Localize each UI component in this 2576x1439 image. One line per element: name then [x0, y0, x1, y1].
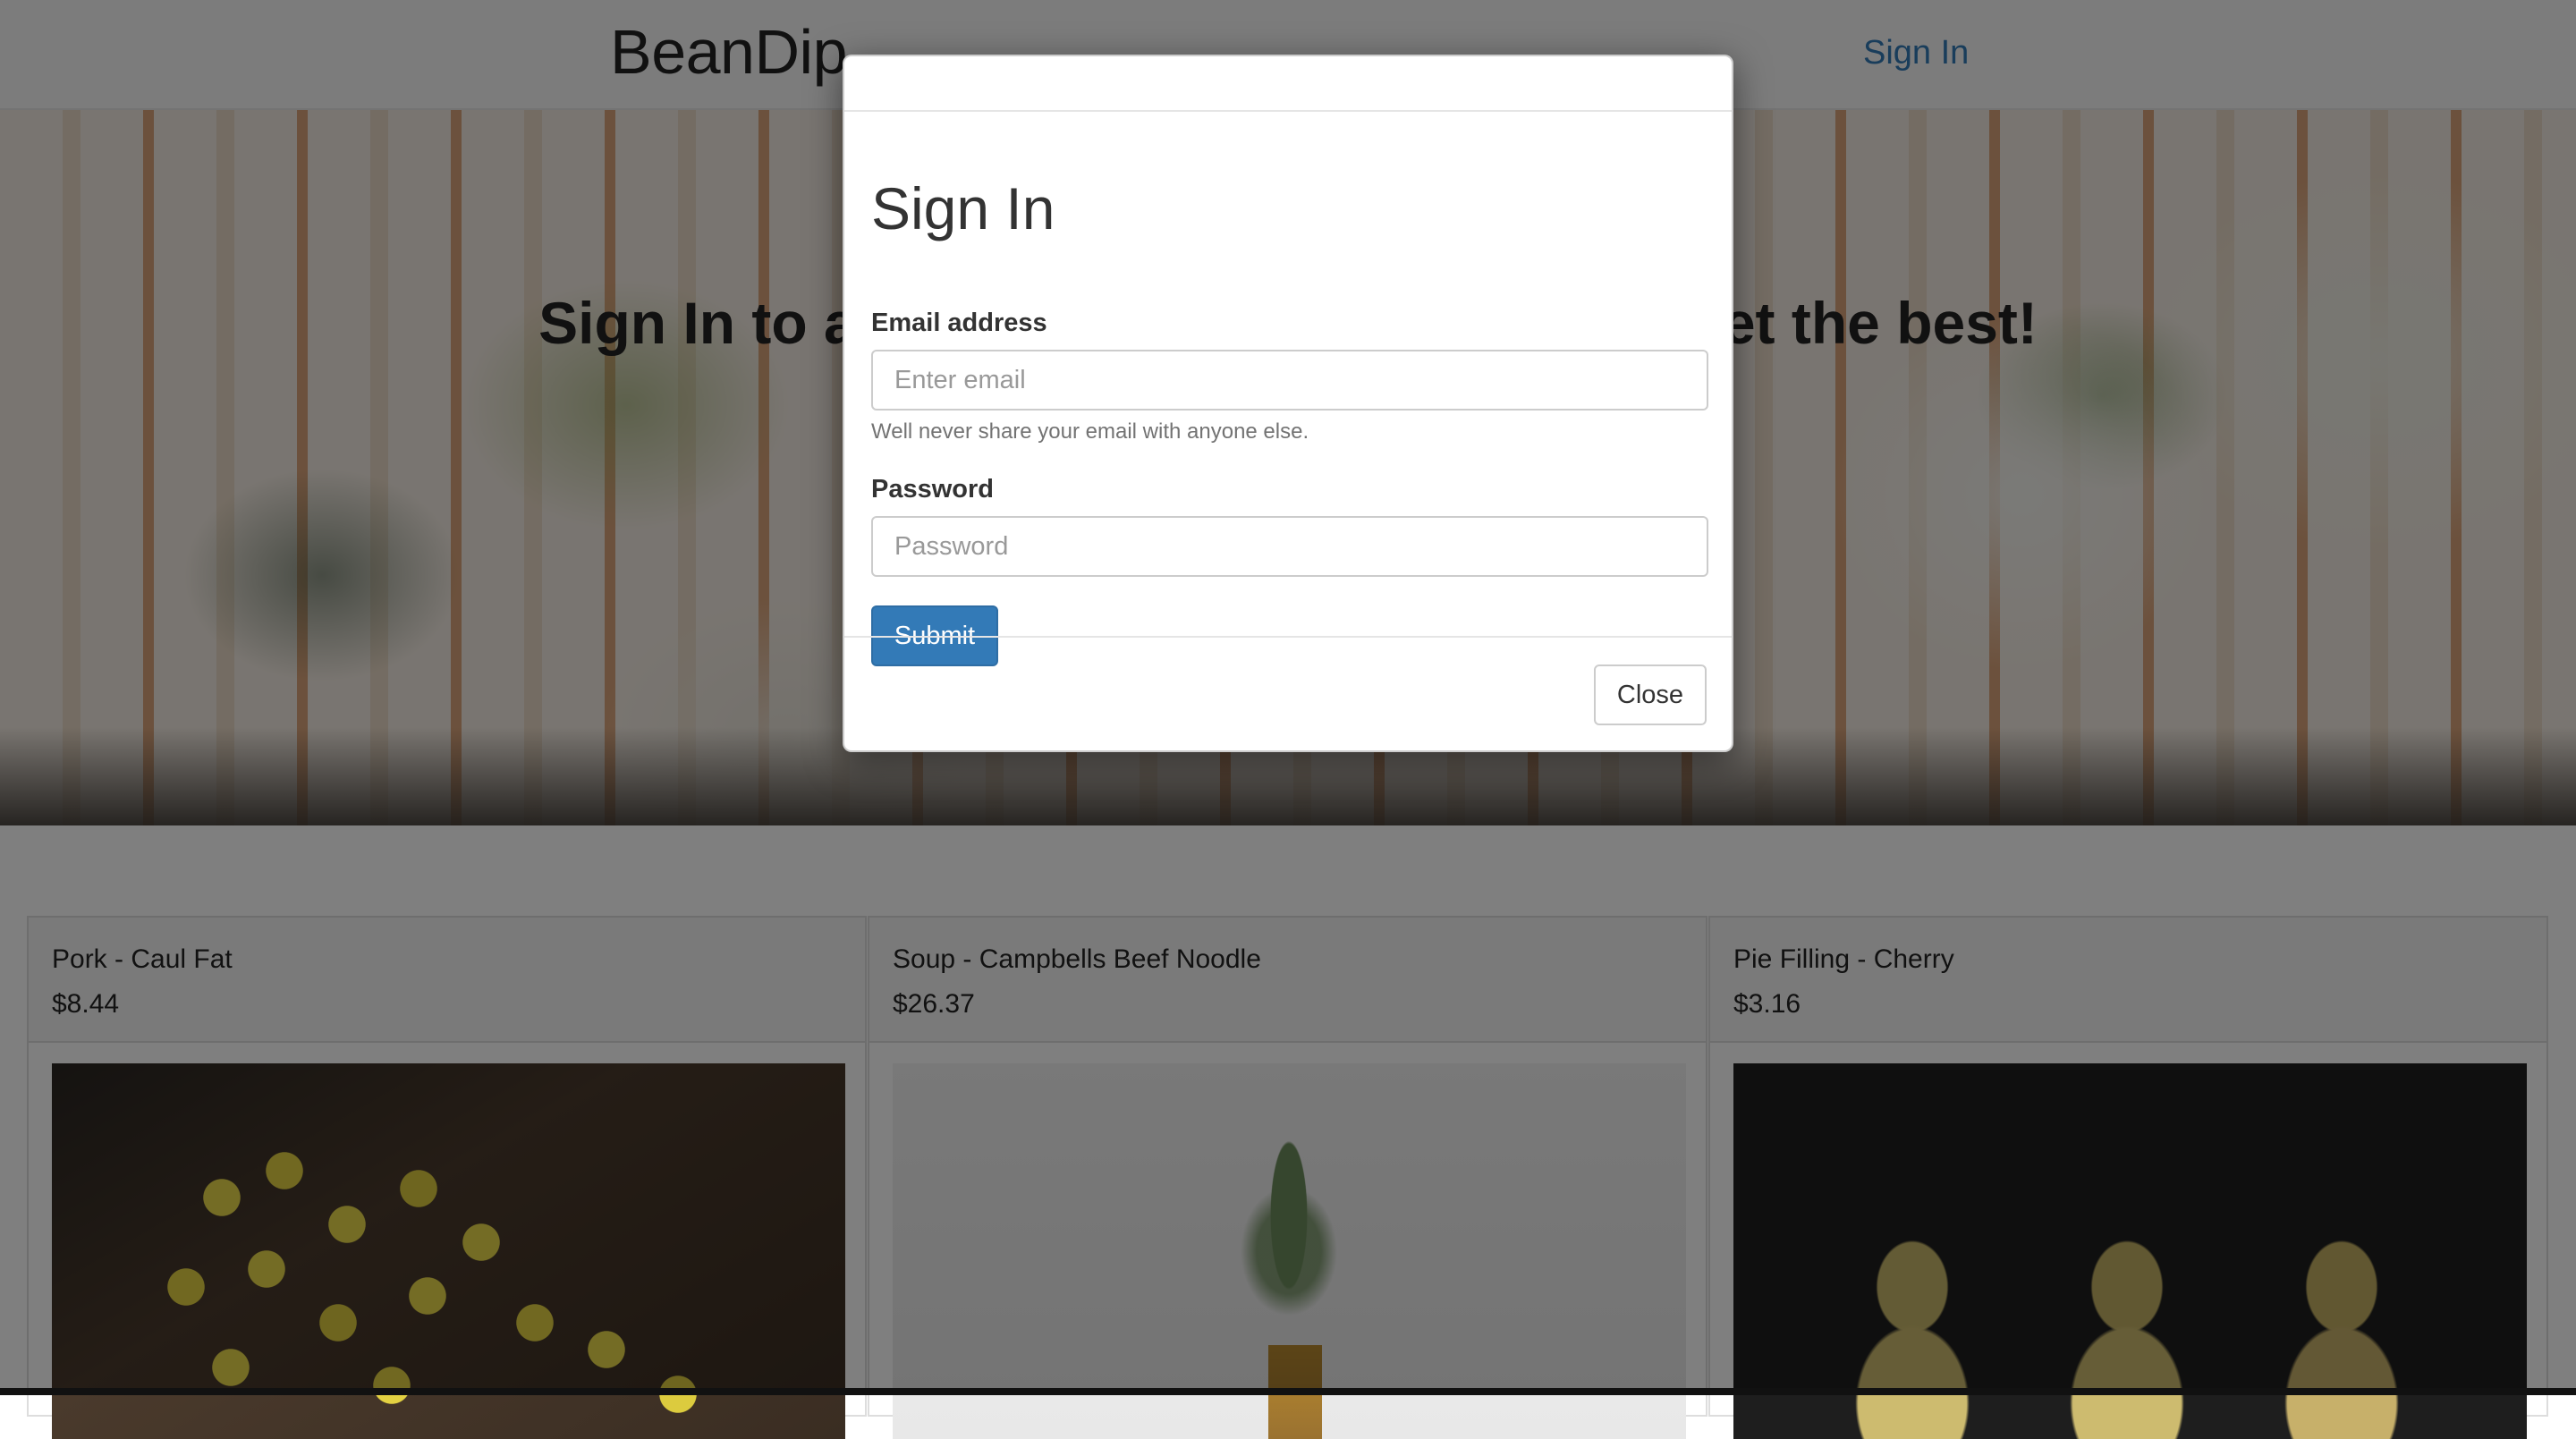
modal-title: Sign In: [871, 175, 1055, 241]
email-field[interactable]: [871, 350, 1708, 411]
window-bottom-edge: [0, 1388, 2576, 1395]
email-help-text: Well never share your email with anyone …: [871, 419, 1309, 444]
modal-footer: Close: [844, 636, 1732, 750]
email-label: Email address: [871, 309, 1047, 337]
password-label: Password: [871, 475, 994, 504]
password-field[interactable]: [871, 516, 1708, 577]
sign-in-modal: Sign In Email address Well never share y…: [843, 55, 1733, 752]
modal-header: [844, 56, 1732, 112]
close-button[interactable]: Close: [1594, 664, 1707, 725]
